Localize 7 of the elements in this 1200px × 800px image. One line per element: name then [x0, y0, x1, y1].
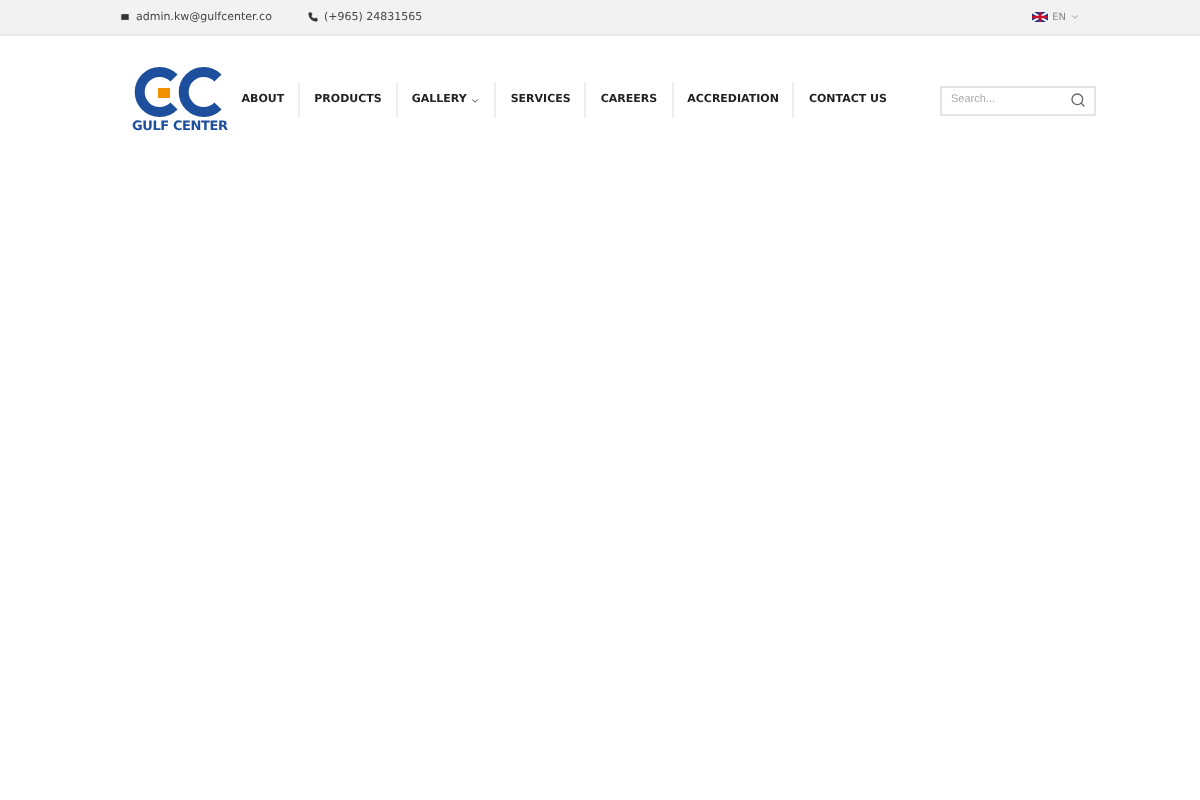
phone-icon	[307, 12, 318, 22]
search-icon[interactable]	[1070, 92, 1087, 108]
logo-drawing	[133, 66, 226, 118]
mail-icon	[120, 12, 130, 22]
caret-icon	[1070, 12, 1080, 22]
caret-icon	[470, 95, 481, 105]
flag-icon	[1032, 12, 1049, 22]
